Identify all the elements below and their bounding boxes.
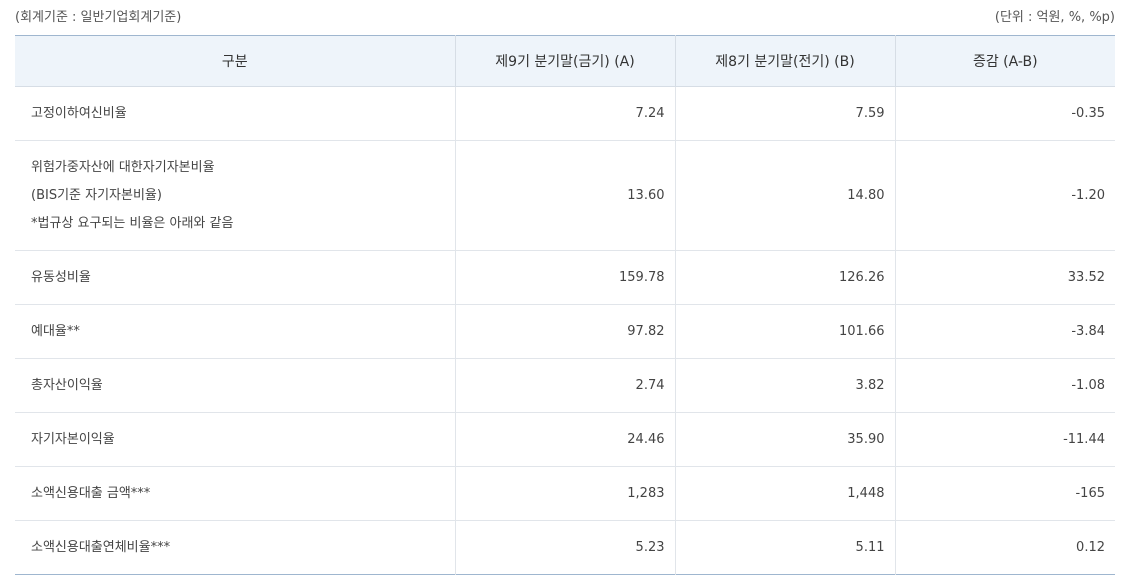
row-label: 예대율** — [15, 304, 455, 359]
table-row: 예대율** 97.82 101.66 -3.84 — [15, 304, 1115, 359]
row-label-line: 고정이하여신비율 — [31, 105, 127, 121]
table-meta: (회계기준 : 일반기업회계기준) (단위 : 억원, %, %p) — [15, 4, 1115, 26]
current-value: 2.74 — [454, 358, 675, 413]
previous-value: 35.90 — [674, 412, 895, 467]
table-row: 소액신용대출 금액*** 1,283 1,448 -165 — [15, 466, 1115, 521]
change-value: -11.44 — [894, 412, 1115, 467]
header-category: 구분 — [15, 35, 455, 87]
change-value: -3.84 — [894, 304, 1115, 359]
row-label-line: 예대율** — [31, 323, 80, 339]
current-value: 24.46 — [454, 412, 675, 467]
row-label-line: (BIS기준 자기자본비율) — [31, 187, 162, 203]
row-label: 소액신용대출 금액*** — [15, 466, 455, 521]
previous-value: 126.26 — [674, 250, 895, 305]
previous-value: 101.66 — [674, 304, 895, 359]
table-row: 고정이하여신비율 7.24 7.59 -0.35 — [15, 86, 1115, 141]
header-previous-period: 제8기 분기말(전기) (B) — [674, 35, 895, 87]
current-value: 97.82 — [454, 304, 675, 359]
row-label-line: 자기자본이익율 — [31, 431, 115, 447]
table-row: 유동성비율 159.78 126.26 33.52 — [15, 250, 1115, 305]
financial-ratio-table: 구분 제9기 분기말(금기) (A) 제8기 분기말(전기) (B) 증감 (A… — [15, 35, 1115, 575]
previous-value: 14.80 — [674, 140, 895, 251]
header-current-period: 제9기 분기말(금기) (A) — [454, 35, 675, 87]
table-header-row: 구분 제9기 분기말(금기) (A) 제8기 분기말(전기) (B) 증감 (A… — [15, 35, 1115, 87]
change-value: 33.52 — [894, 250, 1115, 305]
row-label-line: 소액신용대출 금액*** — [31, 485, 151, 501]
row-label-line: 유동성비율 — [31, 269, 91, 285]
row-label-line: 위험가중자산에 대한자기자본비율 — [31, 159, 215, 175]
previous-value: 1,448 — [674, 466, 895, 521]
current-value: 159.78 — [454, 250, 675, 305]
change-value: -1.20 — [894, 140, 1115, 251]
change-value: -0.35 — [894, 86, 1115, 141]
row-label-line: 소액신용대출연체비율*** — [31, 539, 171, 555]
current-value: 1,283 — [454, 466, 675, 521]
current-value: 13.60 — [454, 140, 675, 251]
table-row: 소액신용대출연체비율*** 5.23 5.11 0.12 — [15, 520, 1115, 575]
row-label: 소액신용대출연체비율*** — [15, 521, 455, 575]
change-value: 0.12 — [894, 520, 1115, 575]
row-label: 유동성비율 — [15, 250, 455, 305]
previous-value: 7.59 — [674, 86, 895, 141]
unit-note: (단위 : 억원, %, %p) — [994, 9, 1115, 25]
change-value: -165 — [894, 466, 1115, 521]
table-row: 위험가중자산에 대한자기자본비율 (BIS기준 자기자본비율) *법규상 요구되… — [15, 140, 1115, 251]
row-label: 고정이하여신비율 — [15, 86, 455, 141]
change-value: -1.08 — [894, 358, 1115, 413]
previous-value: 3.82 — [674, 358, 895, 413]
table-row: 총자산이익율 2.74 3.82 -1.08 — [15, 358, 1115, 413]
table-row: 자기자본이익율 24.46 35.90 -11.44 — [15, 412, 1115, 467]
previous-value: 5.11 — [674, 520, 895, 575]
row-label: 총자산이익율 — [15, 358, 455, 413]
current-value: 5.23 — [454, 520, 675, 575]
header-change: 증감 (A-B) — [894, 35, 1115, 87]
current-value: 7.24 — [454, 86, 675, 141]
row-label-line: 총자산이익율 — [31, 377, 103, 393]
accounting-standard-note: (회계기준 : 일반기업회계기준) — [15, 9, 182, 25]
row-label-footnote: *법규상 요구되는 비율은 아래와 같음 — [31, 215, 234, 231]
row-label: 자기자본이익율 — [15, 412, 455, 467]
row-label: 위험가중자산에 대한자기자본비율 (BIS기준 자기자본비율) *법규상 요구되… — [15, 140, 455, 251]
